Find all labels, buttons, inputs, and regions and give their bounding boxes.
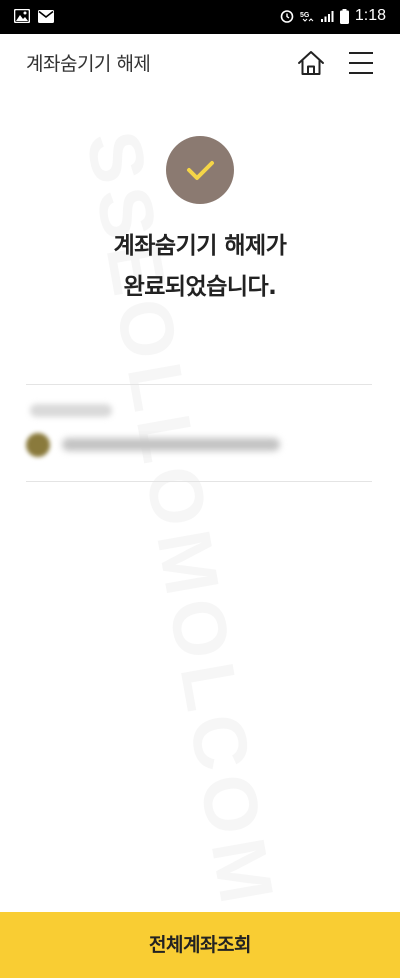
signal-icon bbox=[320, 11, 334, 22]
divider-bottom bbox=[26, 481, 372, 482]
header: 계좌숨기기 해제 bbox=[0, 34, 400, 90]
mail-icon bbox=[38, 9, 54, 23]
bank-logo bbox=[26, 433, 50, 457]
status-bar: 5G 1:18 bbox=[0, 0, 400, 34]
view-all-accounts-button[interactable]: 전체계좌조회 bbox=[0, 912, 400, 978]
completion-message-line1: 계좌숨기기 해제가 bbox=[113, 233, 287, 259]
check-icon bbox=[187, 161, 214, 180]
menu-button[interactable] bbox=[346, 48, 376, 78]
page-title: 계좌숨기기 해제 bbox=[26, 53, 151, 75]
divider-top bbox=[26, 384, 372, 385]
5g-icon: 5G bbox=[300, 12, 314, 22]
svg-text:5G: 5G bbox=[300, 12, 310, 19]
screen: 5G 1:18 계좌숨기기 해제 계좌숨기기 해제가 완료되었습니다. 전체계좌… bbox=[0, 0, 400, 978]
battery-icon bbox=[339, 8, 349, 24]
status-left-icons bbox=[14, 9, 54, 23]
home-button[interactable] bbox=[296, 48, 326, 78]
account-number bbox=[62, 438, 280, 451]
success-badge bbox=[166, 136, 234, 204]
account-label bbox=[30, 404, 112, 417]
completion-message: 계좌숨기기 해제가 완료되었습니다. bbox=[0, 226, 400, 308]
status-time: 1:18 bbox=[354, 7, 386, 24]
alarm-icon bbox=[280, 10, 294, 23]
home-icon bbox=[298, 51, 324, 75]
status-right-icons: 5G 1:18 bbox=[280, 7, 386, 25]
completion-message-line2: 완료되었습니다. bbox=[123, 274, 277, 300]
image-icon bbox=[14, 9, 30, 23]
menu-icon bbox=[349, 52, 373, 74]
